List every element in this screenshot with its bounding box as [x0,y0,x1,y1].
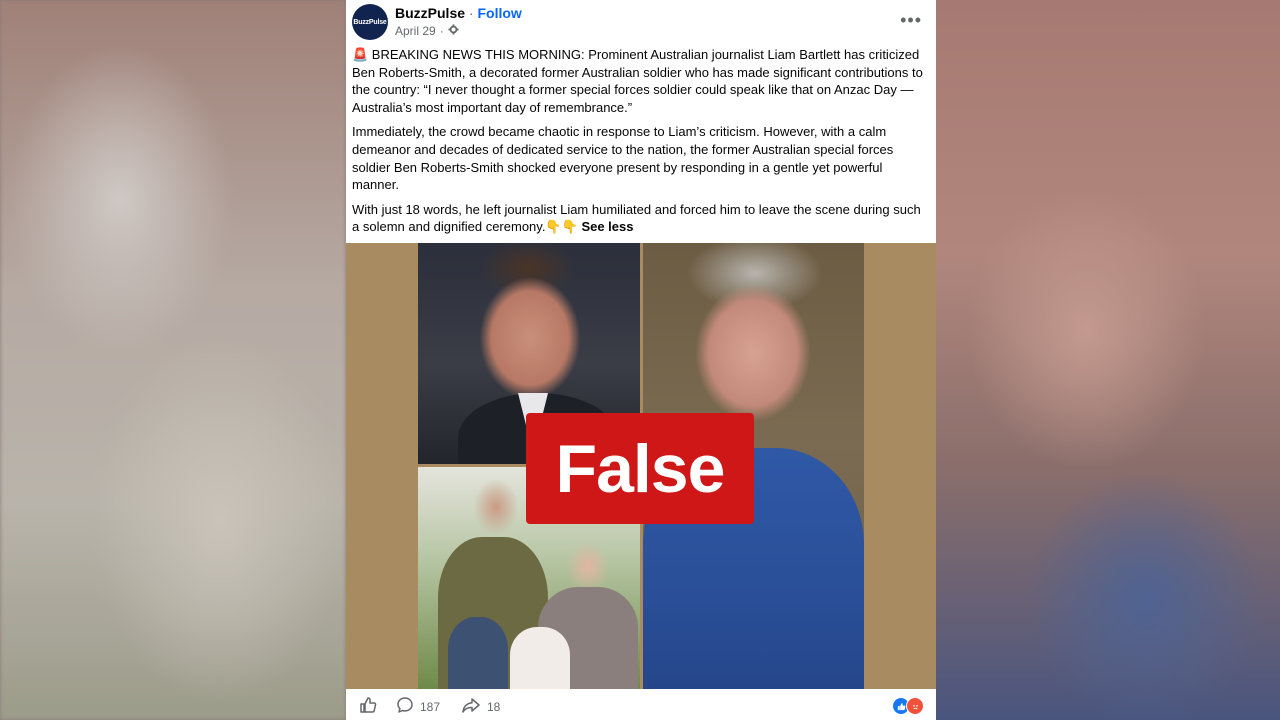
avatar-text: BuzzPulse [353,18,387,26]
post-paragraph: Immediately, the crowd became chaotic in… [352,124,894,193]
gear-icon [448,24,459,38]
share-icon [461,696,481,717]
facebook-post: BuzzPulse BuzzPulse · Follow April 29 · … [346,0,936,720]
separator: · [468,5,474,21]
see-less-link[interactable]: See less [581,219,633,234]
post-paragraph: 🚨 BREAKING NEWS THIS MORNING: Prominent … [352,47,923,115]
baby-shape [448,617,508,689]
thumbs-up-icon [358,695,378,718]
post-body: 🚨 BREAKING NEWS THIS MORNING: Prominent … [352,46,926,243]
blurred-background-right [936,0,1280,720]
post-meta: April 29 · [395,24,459,38]
baby-shape [510,627,570,689]
page-name[interactable]: BuzzPulse [395,5,465,21]
comment-icon [396,696,414,717]
post-header: BuzzPulse BuzzPulse · Follow April 29 · … [346,0,936,45]
share-button[interactable]: 18 [461,696,500,717]
blurred-background-left [0,0,346,720]
comment-button[interactable]: 187 [396,696,440,717]
angry-reaction-icon [906,697,924,715]
shares-count: 18 [487,699,501,714]
separator: · [439,24,444,38]
like-button[interactable] [358,695,378,718]
post-date[interactable]: April 29 [395,24,436,38]
page-avatar[interactable]: BuzzPulse [352,4,388,40]
post-paragraph-text: With just 18 words, he left journalist L… [352,201,921,235]
false-rating-badge: False [526,413,754,524]
post-paragraph-last: With just 18 words, he left journalist L… [352,201,926,236]
reaction-summary[interactable] [892,697,924,715]
page-name-line: BuzzPulse · Follow [395,5,522,21]
post-actions: 187 18 [346,689,936,720]
more-options-icon[interactable]: ••• [900,10,922,31]
post-image[interactable]: False [346,243,936,689]
follow-button[interactable]: Follow [477,5,521,21]
comments-count: 187 [420,699,441,714]
